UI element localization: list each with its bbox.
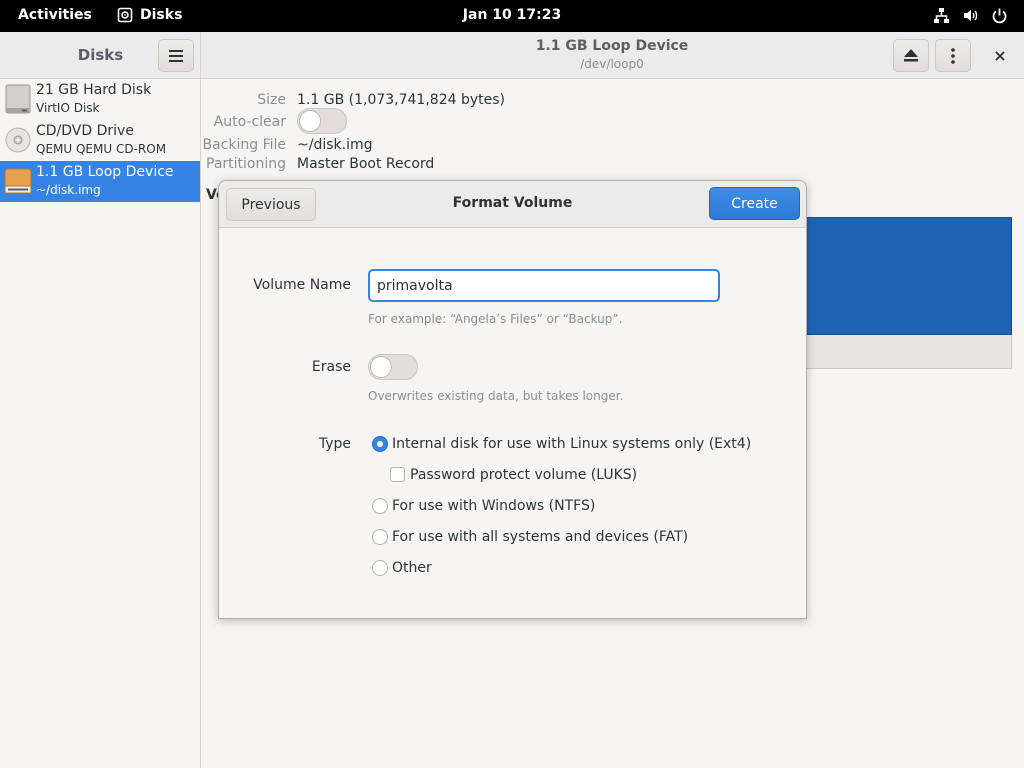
radio-ntfs[interactable] (372, 498, 388, 514)
top-bar: Activities Disks Jan 10 17:23 (0, 0, 1024, 32)
erase-label: Erase (311, 359, 351, 375)
radio-ext4[interactable] (372, 436, 388, 452)
loop-device-icon (4, 168, 32, 194)
main-header: 1.1 GB Loop Device /dev/loop0 (201, 32, 1024, 79)
switch-knob (370, 356, 392, 378)
clock[interactable]: Jan 10 17:23 (463, 7, 561, 23)
disks-app-icon (117, 7, 133, 23)
dialog-header: Previous Format Volume Create (219, 181, 806, 228)
size-value: 1.1 GB (1,073,741,824 bytes) (297, 92, 505, 108)
option-fat-label[interactable]: For use with all systems and devices (FA… (392, 529, 688, 545)
option-ext4-label[interactable]: Internal disk for use with Linux systems… (392, 436, 751, 452)
app-name: Disks (140, 7, 183, 23)
eject-icon (904, 49, 918, 62)
harddisk-icon (5, 84, 31, 114)
volume-icon (964, 10, 978, 21)
disk-item-loop-device[interactable]: 1.1 GB Loop Device ~/disk.img (0, 161, 200, 202)
disk-subtitle: QEMU QEMU CD-ROM (36, 142, 167, 156)
partitioning-value: Master Boot Record (297, 156, 435, 172)
partitioning-label: Partitioning (206, 156, 286, 172)
disk-subtitle: ~/disk.img (36, 183, 101, 197)
volume-name-input[interactable] (368, 269, 720, 302)
main-menu-button[interactable] (158, 39, 194, 72)
option-other-label[interactable]: Other (392, 560, 432, 576)
radio-other[interactable] (372, 560, 388, 576)
autoclear-switch[interactable] (297, 108, 347, 134)
network-icon (934, 8, 949, 23)
disk-name: 21 GB Hard Disk (36, 82, 152, 98)
erase-hint: Overwrites existing data, but takes long… (368, 389, 624, 403)
vertical-dots-icon (951, 47, 955, 64)
autoclear-label: Auto-clear (213, 114, 286, 130)
create-button[interactable]: Create (709, 187, 800, 220)
eject-button[interactable] (893, 39, 929, 72)
luks-checkbox[interactable] (390, 467, 405, 482)
erase-switch[interactable] (368, 354, 418, 380)
type-label: Type (318, 436, 351, 452)
switch-knob (299, 110, 321, 132)
hamburger-icon (169, 49, 183, 62)
disk-subtitle: VirtIO Disk (36, 101, 100, 115)
volume-name-label: Volume Name (253, 277, 351, 293)
close-window-button[interactable] (991, 47, 1009, 65)
app-menu[interactable]: Disks (117, 7, 182, 23)
sidebar-header: Disks (0, 32, 201, 79)
radio-fat[interactable] (372, 529, 388, 545)
disk-item-cd-dvd[interactable]: CD/DVD Drive QEMU QEMU CD-ROM (0, 120, 200, 161)
volume-name-hint: For example: “Angela’s Files” or “Backup… (368, 312, 623, 326)
backing-file-value: ~/disk.img (297, 137, 373, 153)
disk-list: 21 GB Hard Disk VirtIO Disk CD/DVD Drive… (0, 79, 201, 768)
size-label: Size (257, 92, 286, 108)
system-tray[interactable] (933, 7, 1008, 24)
luks-label[interactable]: Password protect volume (LUKS) (410, 467, 637, 483)
more-options-button[interactable] (935, 39, 971, 72)
volume-partition-block[interactable] (804, 217, 1012, 335)
disk-name: CD/DVD Drive (36, 123, 134, 139)
activities-button[interactable]: Activities (18, 7, 92, 23)
optical-drive-icon (5, 127, 31, 153)
disk-name: 1.1 GB Loop Device (36, 164, 174, 180)
close-icon (995, 51, 1005, 61)
option-ntfs-label[interactable]: For use with Windows (NTFS) (392, 498, 595, 514)
volume-toolbar (804, 335, 1012, 369)
backing-file-label: Backing File (202, 137, 286, 153)
disk-item-hard-disk[interactable]: 21 GB Hard Disk VirtIO Disk (0, 79, 200, 120)
power-icon (992, 8, 1007, 24)
format-volume-dialog: Previous Format Volume Create Volume Nam… (218, 180, 807, 619)
